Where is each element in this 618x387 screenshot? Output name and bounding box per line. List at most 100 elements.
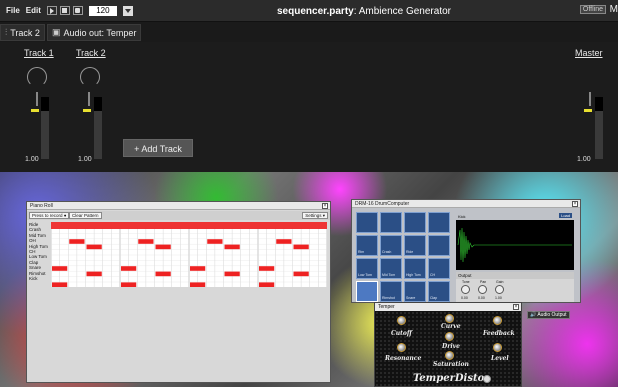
audio-output-node[interactable]: 🔊 Audio Output: [527, 311, 570, 319]
cutoff-knob[interactable]: [397, 316, 406, 325]
resonance-label: Resonance: [385, 355, 422, 362]
drum-pad-label: Rimshot: [382, 296, 395, 300]
drum-pad[interactable]: [428, 235, 450, 256]
drum-pad-label: CH: [430, 273, 436, 277]
audio-out-selector[interactable]: ▣ Audio out: Temper: [46, 24, 142, 41]
speaker-icon: ▣: [51, 27, 61, 37]
curve-label: Curve: [441, 323, 461, 330]
track-selector[interactable]: ⫶ Track 2: [0, 24, 45, 41]
temper-plugin: Temper × Cutoff Curve Feedback Drive Res…: [374, 302, 522, 387]
feedback-label: Feedback: [483, 330, 515, 337]
resonance-knob[interactable]: [397, 343, 406, 352]
sample-waveform: Kick Load: [456, 213, 574, 270]
stop-icon: [62, 8, 68, 13]
drum-pad-label: High Tom: [406, 273, 421, 277]
channel-label-track-2[interactable]: Track 2: [76, 48, 106, 58]
volume-fader-track-1[interactable]: [41, 97, 49, 159]
add-track-button[interactable]: + Add Track: [123, 139, 193, 157]
output-panel: Output Tone Pan Gain 0.00 0.00 1.00: [456, 272, 574, 302]
drum-pad[interactable]: High Tom: [404, 258, 426, 279]
temper-title: Temper: [378, 304, 395, 310]
stop-button[interactable]: [59, 6, 70, 15]
drum-computer-titlebar[interactable]: DRM-16 DrumComputer ×: [352, 200, 580, 208]
tone-label: Tone: [462, 280, 470, 284]
close-icon[interactable]: ×: [513, 304, 519, 310]
menubar-cut-m: M: [609, 4, 618, 15]
volume-value-track-2: 1.00: [78, 156, 92, 163]
press-to-record-button[interactable]: Press to record ●: [29, 212, 70, 219]
play-button[interactable]: [46, 6, 57, 15]
settings-label: Settings: [305, 213, 322, 218]
pan-knob-track-2[interactable]: [80, 67, 100, 87]
drum-pad[interactable]: [356, 212, 378, 233]
bpm-dropdown[interactable]: [122, 5, 133, 16]
power-icon[interactable]: [483, 375, 491, 383]
cutoff-label: Cutoff: [391, 330, 412, 337]
feedback-knob[interactable]: [493, 316, 502, 325]
drum-pad[interactable]: Ride: [404, 235, 426, 256]
pan-knob[interactable]: [478, 285, 487, 294]
pan-label: Pan: [480, 280, 487, 284]
close-icon[interactable]: ×: [322, 203, 328, 209]
audio-out-label: Audio out: Temper: [63, 27, 137, 38]
tone-value: 0.00: [461, 296, 468, 300]
piano-roll-timeline[interactable]: [51, 222, 327, 229]
curve-knob[interactable]: [445, 314, 454, 323]
volume-value-track-1: 1.00: [25, 156, 39, 163]
drum-pad[interactable]: [404, 212, 426, 233]
volume-fader-master[interactable]: [595, 97, 603, 159]
record-button[interactable]: [72, 6, 83, 15]
clear-pattern-button[interactable]: Clear Pattern: [69, 212, 102, 219]
fader-handle-track-2[interactable]: [83, 109, 91, 112]
drum-pad[interactable]: [428, 212, 450, 233]
app-title-bold: sequencer.party: [277, 6, 354, 17]
channel-label-master[interactable]: Master: [575, 48, 603, 58]
fader-mark-master: [589, 92, 591, 106]
menu-file[interactable]: File: [6, 6, 20, 15]
gain-knob[interactable]: [495, 285, 504, 294]
piano-key-label: Kick: [29, 275, 38, 281]
drum-pad[interactable]: [380, 212, 402, 233]
level-knob[interactable]: [493, 343, 502, 352]
drum-pad[interactable]: Crash: [380, 235, 402, 256]
app-root: File Edit 120 sequencer.party: Ambience …: [0, 0, 618, 387]
pan-knob-track-1[interactable]: [27, 67, 47, 87]
mixer: Track 1 1.00 Track 2 1.00 + Add Track Ma…: [0, 42, 618, 172]
menu-edit[interactable]: Edit: [26, 6, 41, 15]
saturation-knob[interactable]: [445, 351, 454, 360]
settings-button[interactable]: Settings ▾: [302, 212, 328, 219]
drum-pad[interactable]: [356, 281, 378, 302]
piano-roll-keys: Ride Crash Mid Tom OH High Tom CH Low Tom Clap S…: [29, 222, 51, 281]
drum-pad[interactable]: CH: [428, 258, 450, 279]
volume-fader-track-2[interactable]: [94, 97, 102, 159]
play-icon: [49, 7, 54, 14]
piano-roll-grid[interactable]: [50, 222, 328, 288]
drum-pad[interactable]: Mid Tom: [380, 258, 402, 279]
volume-value-master: 1.00: [577, 156, 591, 163]
load-sample-button[interactable]: Load: [559, 213, 572, 218]
fader-mark-track-1: [36, 92, 38, 106]
drive-label: Drive: [442, 343, 460, 350]
drum-pad-label: Ride: [406, 250, 414, 254]
channel-label-track-1[interactable]: Track 1: [24, 48, 54, 58]
drum-pad[interactable]: Clap: [428, 281, 450, 302]
fader-handle-track-1[interactable]: [31, 109, 39, 112]
close-icon[interactable]: ×: [572, 201, 578, 207]
gain-value: 1.00: [495, 296, 502, 300]
drum-pad[interactable]: Snare: [404, 281, 426, 302]
drum-pad[interactable]: Rimshot: [380, 281, 402, 302]
gain-label: Gain: [496, 280, 504, 284]
piano-roll-titlebar[interactable]: Piano Roll ×: [27, 202, 330, 210]
piano-roll-notes: [50, 222, 328, 288]
fader-level-master: [595, 111, 603, 159]
bpm-input[interactable]: 120: [88, 5, 117, 16]
audio-output-label: Audio Output: [537, 312, 567, 318]
drum-pad[interactable]: Low Tom: [356, 258, 378, 279]
drum-pad[interactable]: Rim: [356, 235, 378, 256]
tone-knob[interactable]: [461, 285, 470, 294]
drive-knob[interactable]: [445, 332, 454, 341]
fader-handle-master[interactable]: [584, 109, 592, 112]
fader-level-track-1: [41, 111, 49, 159]
temper-titlebar[interactable]: Temper ×: [375, 303, 521, 311]
output-title: Output: [456, 272, 574, 279]
